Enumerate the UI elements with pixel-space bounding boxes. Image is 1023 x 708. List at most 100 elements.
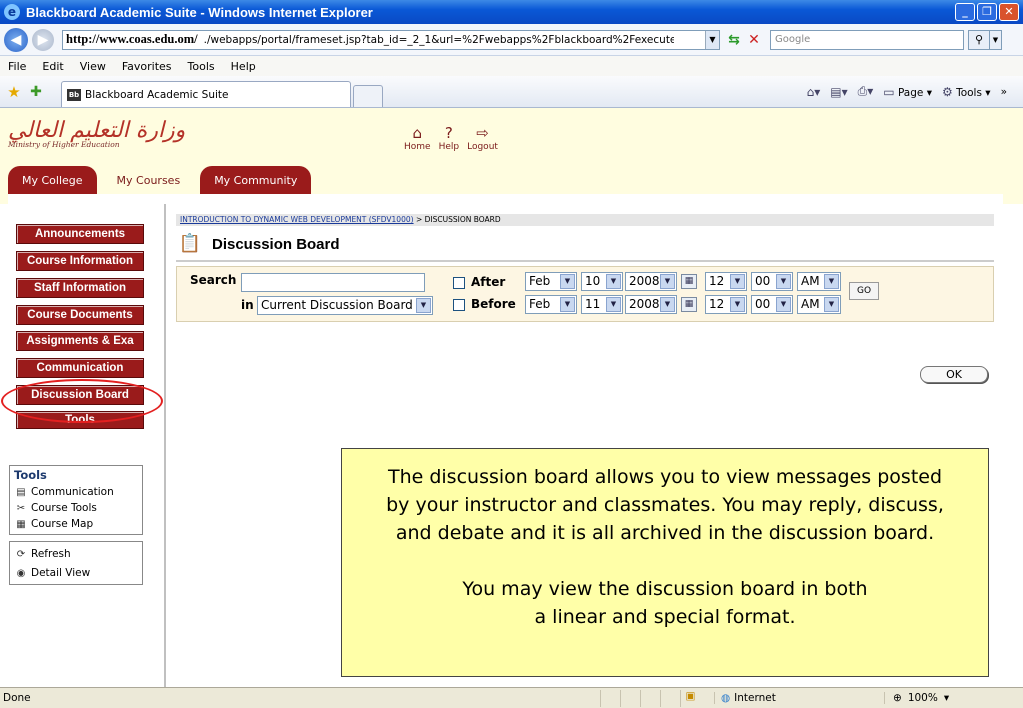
before-hour-value: 12 [709, 297, 725, 311]
close-button[interactable]: ✕ [999, 3, 1019, 21]
course-tools-icon: ✂ [16, 502, 26, 514]
url-field[interactable]: http://www.coas.edu.om/ ./webapps/portal… [62, 29, 720, 50]
menu-favorites[interactable]: Favorites [114, 60, 180, 73]
search-input[interactable]: Google [770, 29, 964, 50]
go-button[interactable]: GO [849, 282, 879, 300]
nav-staff-information[interactable]: Staff Information [16, 278, 144, 298]
url-dropdown-icon[interactable]: ▼ [705, 30, 719, 49]
feeds-icon[interactable]: ▤▾ [830, 85, 847, 99]
chevron-down-icon: ▼ [606, 297, 621, 312]
tools-course-tools-label: Course Tools [31, 502, 97, 514]
stop-icon[interactable]: ✕ [744, 30, 764, 50]
explanation-callout: The discussion board allows you to view … [341, 448, 989, 677]
page-menu[interactable]: ▭ Page ▾ [883, 85, 932, 99]
nav-course-information[interactable]: Course Information [16, 251, 144, 271]
new-tab-button[interactable] [353, 85, 383, 107]
chevron-down-icon: ▼ [560, 297, 575, 312]
status-cell [620, 689, 640, 707]
after-day-select[interactable]: 10 ▼ [581, 272, 623, 291]
menu-file[interactable]: File [0, 60, 34, 73]
before-month-value: Feb [529, 297, 551, 311]
help-link-label: Help [438, 142, 460, 152]
nav-assignments[interactable]: Assignments & Exa [16, 331, 144, 351]
before-year-select[interactable]: 2008 ▼ [625, 295, 677, 314]
tools-communication-label: Communication [31, 486, 114, 498]
menu-help[interactable]: Help [223, 60, 264, 73]
favorites-star-icon[interactable]: ★ [5, 83, 23, 101]
before-ampm-select[interactable]: AM ▼ [797, 295, 841, 314]
home-link[interactable]: ⌂ Home [404, 124, 431, 152]
after-month-select[interactable]: Feb ▼ [525, 272, 577, 291]
nav-announcements[interactable]: Announcements [16, 224, 144, 244]
chevron-down-icon: ▼ [730, 297, 745, 312]
before-minute-value: 00 [755, 297, 771, 311]
ok-button[interactable]: OK [920, 366, 988, 383]
before-checkbox[interactable] [453, 299, 465, 311]
tools-menu[interactable]: ⚙ Tools ▾ [942, 85, 991, 99]
calendar-icon[interactable]: ▦ [681, 297, 697, 312]
security-zone[interactable]: ◍ Internet [714, 692, 874, 704]
before-minute-select[interactable]: 00 ▼ [751, 295, 793, 314]
add-favorite-icon[interactable]: ✚ [27, 83, 45, 101]
search-dropdown-icon[interactable]: ▼ [990, 29, 1002, 50]
tools-box-title: Tools [14, 468, 47, 482]
before-year-value: 2008 [629, 297, 660, 311]
tools-communication[interactable]: ▤ Communication [14, 484, 138, 500]
breadcrumb: INTRODUCTION TO DYNAMIC WEB DEVELOPMENT … [176, 214, 994, 226]
tab-my-courses[interactable]: My Courses [103, 166, 195, 194]
menu-view[interactable]: View [72, 60, 114, 73]
before-day-select[interactable]: 11 ▼ [581, 295, 623, 314]
after-ampm-select[interactable]: AM ▼ [797, 272, 841, 291]
callout-line-2: by your instructor and classmates. You m… [386, 494, 944, 516]
logout-link[interactable]: ⇨ Logout [467, 124, 498, 152]
before-day-value: 11 [585, 297, 601, 311]
before-month-select[interactable]: Feb ▼ [525, 295, 577, 314]
communication-icon: ▤ [16, 486, 26, 498]
menu-edit[interactable]: Edit [34, 60, 71, 73]
print-icon[interactable]: ⎙▾ [858, 84, 874, 99]
home-icon[interactable]: ⌂▾ [807, 85, 821, 99]
tab-my-community[interactable]: My Community [200, 166, 312, 194]
help-link[interactable]: ? Help [439, 124, 460, 152]
chevron-more-icon[interactable]: » [1001, 86, 1007, 98]
tab-my-college[interactable]: My College [8, 166, 97, 194]
browser-tab[interactable]: Bb Blackboard Academic Suite [61, 81, 351, 107]
back-button[interactable]: ◀ [4, 27, 28, 52]
tools-course-map[interactable]: ▦ Course Map [14, 516, 138, 532]
chevron-down-icon: ▼ [416, 298, 431, 313]
scope-select[interactable]: Current Discussion Board ▼ [257, 296, 433, 315]
after-checkbox[interactable] [453, 277, 465, 289]
globe-icon: ◍ [721, 692, 731, 704]
search-label: Search [190, 273, 237, 287]
after-minute-select[interactable]: 00 ▼ [751, 272, 793, 291]
after-hour-select[interactable]: 12 ▼ [705, 272, 747, 291]
search-icon[interactable]: ⚲ [968, 29, 990, 50]
refresh-link[interactable]: ⟳ Refresh [14, 546, 138, 562]
breadcrumb-course-link[interactable]: INTRODUCTION TO DYNAMIC WEB DEVELOPMENT … [180, 215, 414, 224]
detail-view-link[interactable]: ◉ Detail View [14, 565, 138, 581]
chevron-down-icon: ▼ [660, 274, 675, 289]
nav-communication[interactable]: Communication [16, 358, 144, 378]
search-field[interactable] [241, 273, 425, 292]
refresh-icon[interactable]: ⇆ [724, 30, 744, 50]
zoom-control[interactable]: ⊕ 100% ▾ [884, 692, 949, 704]
nav-course-documents[interactable]: Course Documents [16, 305, 144, 325]
menu-tools[interactable]: Tools [180, 60, 223, 73]
after-year-select[interactable]: 2008 ▼ [625, 272, 677, 291]
calendar-icon[interactable]: ▦ [681, 274, 697, 289]
chevron-down-icon: ▼ [824, 274, 839, 289]
page-menu-label: Page [897, 86, 924, 99]
page-title: Discussion Board [212, 235, 340, 253]
address-bar: ◀ ▶ http://www.coas.edu.om/ ./webapps/po… [0, 24, 1023, 56]
status-cell [600, 689, 620, 707]
callout-line-4: You may view the discussion board in bot… [462, 578, 868, 600]
discussion-board-icon: 📋 [178, 233, 202, 254]
before-hour-select[interactable]: 12 ▼ [705, 295, 747, 314]
forward-button[interactable]: ▶ [32, 28, 54, 51]
tools-course-tools[interactable]: ✂ Course Tools [14, 500, 138, 516]
popup-blocker-icon[interactable]: ▣ [680, 689, 700, 707]
minimize-button[interactable]: _ [955, 3, 975, 21]
course-tabs: My College My Courses My Community [8, 166, 317, 194]
maximize-button[interactable]: ❐ [977, 3, 997, 21]
tools-menu-label: Tools [956, 86, 982, 99]
